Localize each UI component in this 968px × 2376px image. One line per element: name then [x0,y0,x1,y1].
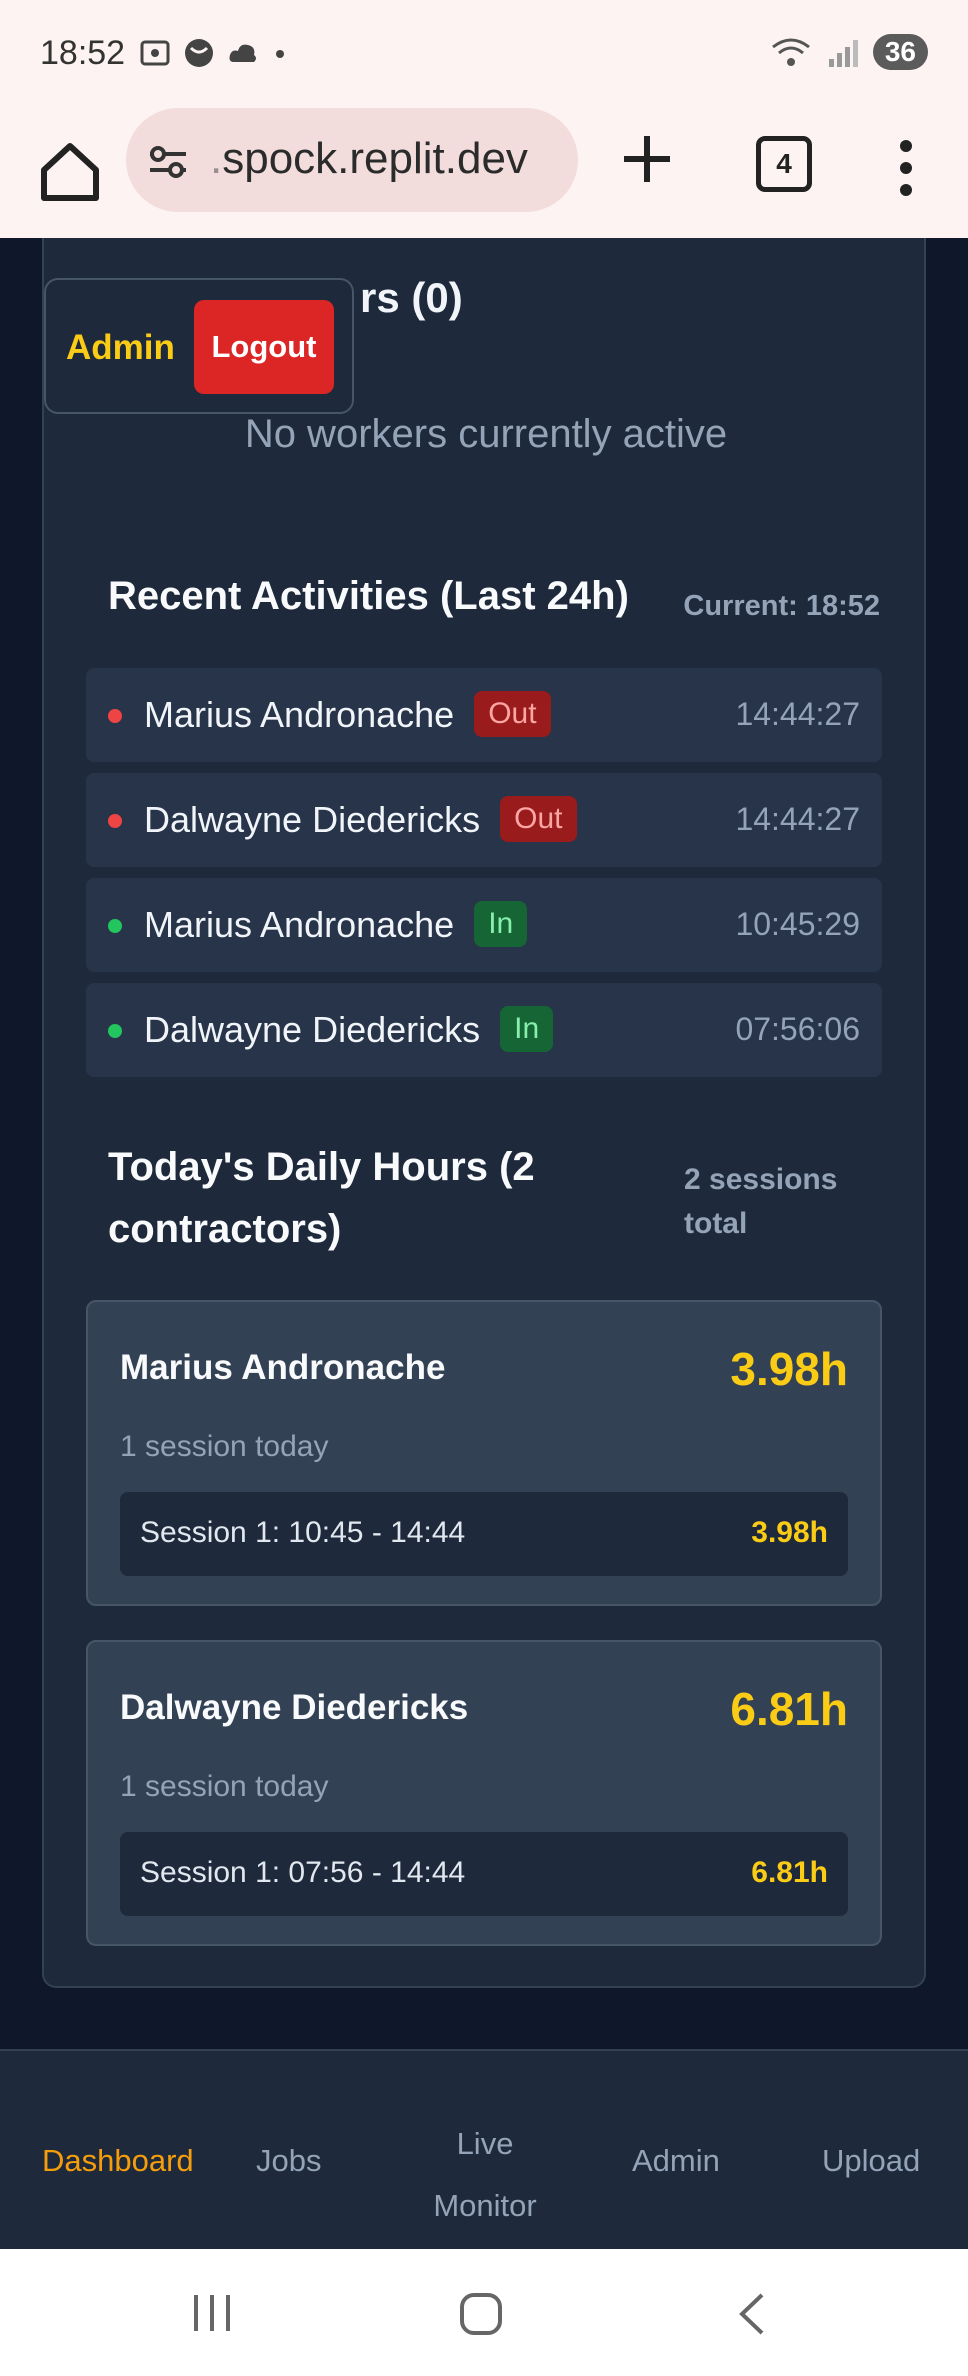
tab-switcher-button[interactable]: 4 [756,136,812,192]
session-count: 1 session today [120,1770,329,1803]
nav-live-monitor-line1: Live [456,2126,514,2161]
bottom-navigation: Dashboard Jobs Live Monitor Admin Upload [0,2049,968,2251]
daily-sessions-total: 2 sessions total [684,1163,838,1240]
home-nav-icon[interactable] [458,2291,504,2337]
nav-live-monitor[interactable]: Live Monitor [420,2113,550,2237]
session-row: Session 1: 10:45 - 14:44 3.98h [120,1492,848,1576]
address-bar[interactable]: .spock.replit.dev [126,108,578,212]
activity-time: 10:45:29 [735,906,860,942]
status-dot [108,709,122,723]
more-menu-icon[interactable] [896,138,916,198]
recent-apps-icon[interactable] [190,2291,234,2335]
activity-time: 14:44:27 [735,801,860,837]
contractor-total-hours: 6.81h [730,1683,848,1735]
nav-jobs[interactable]: Jobs [256,2143,321,2179]
session-hours: 3.98h [751,1516,828,1549]
dot-icon [276,50,284,58]
status-right: 36 [771,34,928,70]
admin-link[interactable]: Admin [66,328,175,368]
activity-row: Dalwayne Diedericks In 07:56:06 [86,983,882,1077]
nav-dashboard[interactable]: Dashboard [42,2143,194,2179]
no-workers-message: No workers currently active [244,412,728,456]
session-row: Session 1: 07:56 - 14:44 6.81h [120,1832,848,1916]
nav-upload[interactable]: Upload [822,2143,920,2179]
status-time: 18:52 [40,34,126,72]
main-content: rs (0) No workers currently active Recen… [0,238,968,2049]
new-tab-icon[interactable] [618,130,676,188]
activity-row: Marius Andronache Out 14:44:27 [86,668,882,762]
nav-live-monitor-line2: Monitor [433,2188,537,2223]
battery-indicator: 36 [872,34,928,70]
system-navigation-bar [0,2249,968,2376]
contractor-name: Dalwayne Diedericks [120,1688,469,1727]
current-time: Current: 18:52 [683,590,880,622]
screenshot-icon [140,40,170,66]
site-settings-icon[interactable] [146,142,190,182]
contractor-hours-card: Dalwayne Diedericks 6.81h 1 session toda… [86,1640,882,1946]
contractor-hours-card: Marius Andronache 3.98h 1 session today … [86,1300,882,1606]
nav-admin[interactable]: Admin [632,2143,720,2179]
status-badge: In [500,1006,554,1053]
recent-activities-title: Recent Activities (Last 24h) [108,574,629,618]
back-nav-icon[interactable] [734,2291,770,2337]
wifi-icon [771,38,810,66]
browser-toolbar: .spock.replit.dev 4 [0,108,968,238]
url-text[interactable]: .spock.replit.dev [210,134,528,184]
daily-hours-title: Today's Daily Hours (2 contractors) [108,1145,535,1251]
contractor-name: Marius Andronache [120,1348,446,1387]
cloud-icon [229,44,256,62]
activity-row: Marius Andronache In 10:45:29 [86,878,882,972]
user-menu-popup: Admin Logout [44,278,354,414]
activity-name: Dalwayne Diedericks [144,1009,481,1050]
status-dot [108,814,122,828]
status-badge: In [474,901,528,948]
activity-row: Dalwayne Diedericks Out 14:44:27 [86,773,882,867]
status-badge: Out [500,796,577,843]
activity-name: Dalwayne Diedericks [144,799,481,840]
activity-time: 07:56:06 [735,1011,860,1047]
status-notification-icons [138,36,290,70]
dashboard-card: rs (0) No workers currently active Recen… [42,238,926,1988]
session-hours: 6.81h [751,1856,828,1889]
status-badge: Out [474,691,551,738]
activity-time: 14:44:27 [735,696,860,732]
status-dot [108,919,122,933]
home-icon[interactable] [34,136,106,208]
logout-button[interactable]: Logout [194,300,334,394]
active-workers-title: rs (0) [360,274,463,321]
signal-icon [828,40,858,67]
status-dot [108,1024,122,1038]
session-label: Session 1: 10:45 - 14:44 [140,1516,466,1549]
globe-icon [185,39,213,67]
session-count: 1 session today [120,1430,329,1463]
activity-name: Marius Andronache [144,904,455,945]
activity-name: Marius Andronache [144,694,455,735]
status-bar: 18:52 36 [0,0,968,108]
session-label: Session 1: 07:56 - 14:44 [140,1856,466,1889]
contractor-total-hours: 3.98h [730,1343,848,1395]
